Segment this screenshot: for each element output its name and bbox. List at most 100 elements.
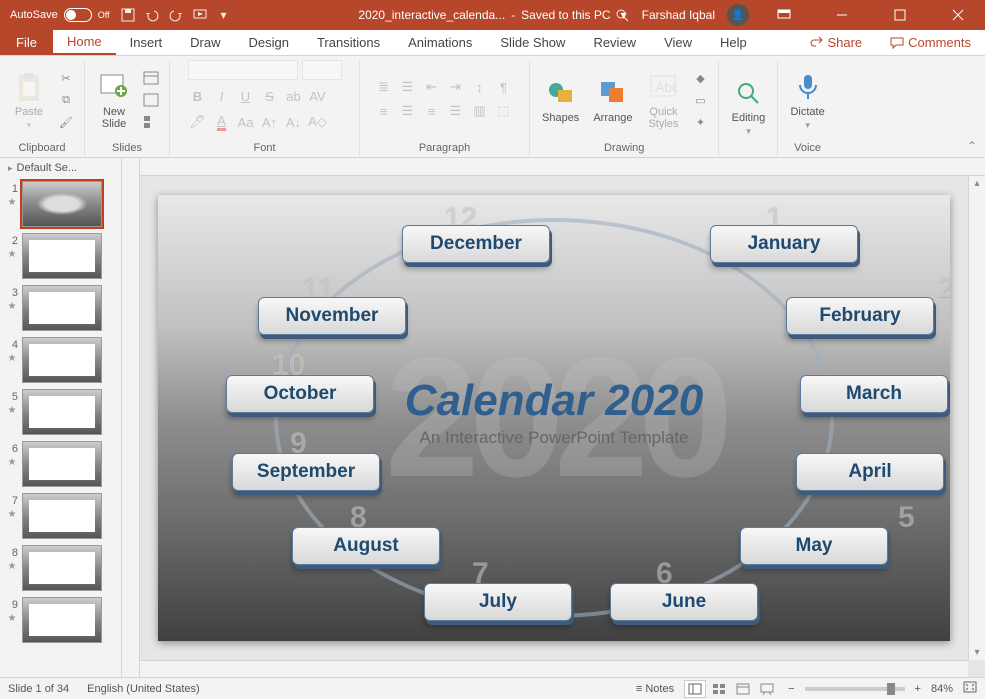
ribbon-display-icon[interactable] <box>761 0 807 30</box>
slideshow-view-icon[interactable] <box>756 680 778 698</box>
autosave-toggle[interactable]: AutoSave Off <box>10 8 110 22</box>
fit-to-window-icon[interactable] <box>963 681 977 696</box>
month-button-august[interactable]: August <box>292 527 440 565</box>
layout-icon[interactable] <box>141 69 161 87</box>
slide-thumbnail[interactable] <box>22 441 102 487</box>
language-status[interactable]: English (United States) <box>87 683 200 695</box>
thumbnail-row[interactable]: 1 ★ <box>0 178 121 230</box>
month-button-april[interactable]: April <box>796 453 944 491</box>
redo-icon[interactable] <box>168 7 184 23</box>
format-painter-icon[interactable]: 🖌 <box>56 113 76 131</box>
dictate-button[interactable]: Dictate ▾ <box>786 68 828 133</box>
zoom-slider[interactable] <box>805 687 905 691</box>
slide-thumbnail[interactable] <box>22 337 102 383</box>
thumbnail-row[interactable]: 2 ★ <box>0 230 121 282</box>
slide-counter[interactable]: Slide 1 of 34 <box>8 683 69 695</box>
month-button-january[interactable]: January <box>710 225 858 263</box>
align-right-icon[interactable]: ≡ <box>422 101 442 121</box>
font-family-combo[interactable] <box>188 60 298 80</box>
qat-more-icon[interactable]: ▾ <box>216 7 232 23</box>
tab-animations[interactable]: Animations <box>394 30 486 55</box>
thumbnail-row[interactable]: 4 ★ <box>0 334 121 386</box>
zoom-in-icon[interactable]: + <box>915 683 921 695</box>
slide-thumbnail[interactable] <box>22 493 102 539</box>
reset-icon[interactable] <box>141 91 161 109</box>
new-slide-button[interactable]: New Slide <box>93 68 135 132</box>
line-spacing-icon[interactable]: ↕ <box>470 77 490 97</box>
section-icon[interactable] <box>141 113 161 131</box>
cut-icon[interactable]: ✂ <box>56 69 76 87</box>
bold-icon[interactable]: B <box>188 86 208 106</box>
search-icon[interactable] <box>614 7 630 23</box>
slide-thumbnail[interactable] <box>22 597 102 643</box>
editing-button[interactable]: Editing ▾ <box>727 74 769 139</box>
thumbnail-row[interactable]: 6 ★ <box>0 438 121 490</box>
month-button-october[interactable]: October <box>226 375 374 413</box>
quick-styles-button[interactable]: Abc Quick Styles <box>642 68 684 132</box>
horizontal-scrollbar[interactable] <box>140 660 968 677</box>
bullets-icon[interactable]: ≣ <box>374 77 394 97</box>
thumbnail-row[interactable]: 7 ★ <box>0 490 121 542</box>
shape-effects-icon[interactable]: ✦ <box>690 113 710 131</box>
tab-home[interactable]: Home <box>53 30 116 55</box>
slide-thumbnail[interactable] <box>22 233 102 279</box>
tab-file[interactable]: File <box>0 30 53 55</box>
shapes-button[interactable]: Shapes <box>538 74 583 126</box>
thumbnail-row[interactable]: 5 ★ <box>0 386 121 438</box>
align-left-icon[interactable]: ≡ <box>374 101 394 121</box>
slide-thumbnail[interactable] <box>22 181 102 227</box>
month-button-november[interactable]: November <box>258 297 406 335</box>
paste-button[interactable]: Paste ▾ <box>8 68 50 133</box>
month-button-june[interactable]: June <box>610 583 758 621</box>
month-button-july[interactable]: July <box>424 583 572 621</box>
zoom-out-icon[interactable]: − <box>788 683 794 695</box>
tab-review[interactable]: Review <box>579 30 650 55</box>
close-icon[interactable] <box>935 0 981 30</box>
tab-view[interactable]: View <box>650 30 706 55</box>
tab-draw[interactable]: Draw <box>176 30 234 55</box>
justify-icon[interactable]: ☰ <box>446 101 466 121</box>
tab-help[interactable]: Help <box>706 30 761 55</box>
sorter-view-icon[interactable] <box>708 680 730 698</box>
thumbnail-row[interactable]: 3 ★ <box>0 282 121 334</box>
month-button-march[interactable]: March <box>800 375 948 413</box>
tab-transitions[interactable]: Transitions <box>303 30 394 55</box>
thumbnail-row[interactable]: 8 ★ <box>0 542 121 594</box>
user-avatar[interactable]: 👤 <box>727 4 749 26</box>
columns-icon[interactable]: ▥ <box>470 101 490 121</box>
grow-font-icon[interactable]: A↑ <box>260 112 280 132</box>
tab-insert[interactable]: Insert <box>116 30 177 55</box>
spacing-icon[interactable]: AV <box>308 86 328 106</box>
shape-outline-icon[interactable]: ▭ <box>690 91 710 109</box>
vertical-scrollbar[interactable]: ▴▾ <box>968 176 985 660</box>
italic-icon[interactable]: I <box>212 86 232 106</box>
numbering-icon[interactable]: ☰ <box>398 77 418 97</box>
indent-inc-icon[interactable]: ⇥ <box>446 77 466 97</box>
month-button-december[interactable]: December <box>402 225 550 263</box>
share-button[interactable]: Share <box>795 30 876 55</box>
save-icon[interactable] <box>120 7 136 23</box>
smartart-icon[interactable]: ⬚ <box>494 101 514 121</box>
slideshow-start-icon[interactable] <box>192 7 208 23</box>
strike-icon[interactable]: S <box>260 86 280 106</box>
month-button-february[interactable]: February <box>786 297 934 335</box>
minimize-icon[interactable] <box>819 0 865 30</box>
slide-thumbnail[interactable] <box>22 389 102 435</box>
undo-icon[interactable] <box>144 7 160 23</box>
maximize-icon[interactable] <box>877 0 923 30</box>
section-header[interactable]: Default Se... <box>0 158 121 178</box>
text-direction-icon[interactable]: ¶ <box>494 77 514 97</box>
change-case-icon[interactable]: Aa <box>236 112 256 132</box>
notes-button[interactable]: ≡ Notes <box>636 683 674 695</box>
highlight-icon[interactable]: 🖊 <box>188 112 208 132</box>
font-size-combo[interactable] <box>302 60 342 80</box>
copy-icon[interactable]: ⧉ <box>56 91 76 109</box>
indent-dec-icon[interactable]: ⇤ <box>422 77 442 97</box>
comments-button[interactable]: Comments <box>876 30 985 55</box>
font-color-icon[interactable]: A <box>212 112 232 132</box>
tab-slide-show[interactable]: Slide Show <box>486 30 579 55</box>
reading-view-icon[interactable] <box>732 680 754 698</box>
clear-format-icon[interactable]: A◇ <box>308 112 328 132</box>
tab-design[interactable]: Design <box>235 30 303 55</box>
zoom-level[interactable]: 84% <box>931 683 953 695</box>
